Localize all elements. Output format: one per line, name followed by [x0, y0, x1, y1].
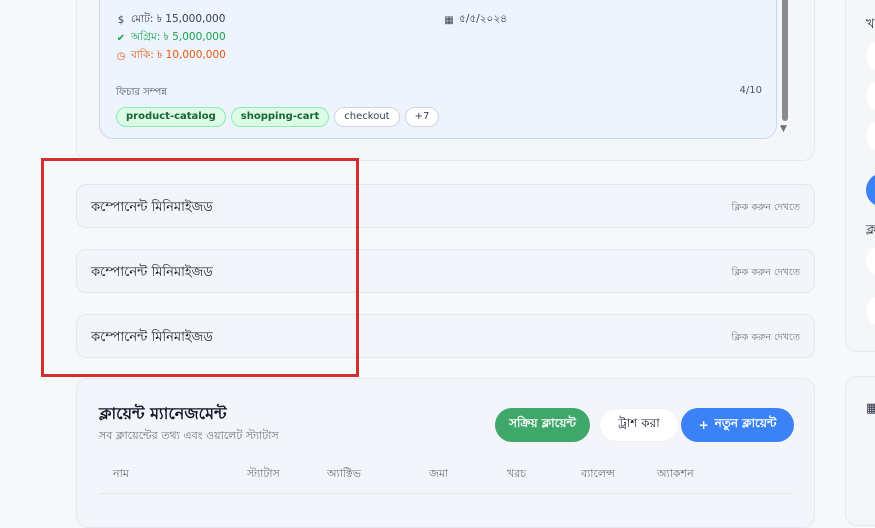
check-circle-icon: ✔ — [116, 33, 126, 44]
dollar-icon: $ — [117, 15, 125, 26]
scrollbar-thumb[interactable] — [782, 0, 788, 121]
calendar-icon: ▦ — [444, 15, 454, 26]
sidebar-primary-button[interactable] — [866, 173, 875, 207]
sidebar-item[interactable] — [866, 246, 875, 276]
total-amount-text: মোট: ৳ 15,000,000 — [131, 13, 226, 25]
column-header-name: নাম — [113, 467, 129, 480]
column-header-status: স্ট্যাটাস — [247, 467, 280, 480]
sidebar-item[interactable] — [866, 121, 875, 151]
project-panel: $ মোট: ৳ 15,000,000 ✔ অগ্রিম: ৳ 5,000,00… — [76, 0, 815, 161]
minimized-hint: ক্লিক করুন দেখতে — [731, 267, 800, 278]
highlight-box — [41, 158, 359, 377]
sidebar-heading: খ — [866, 17, 875, 32]
right-sidebar-panel-lower: ▦ — [845, 376, 875, 526]
column-header-active: অ্যাক্টিভ — [327, 467, 361, 480]
features-label: ফিচার সম্পন্ন — [116, 87, 168, 98]
due-amount: ◷ বাকি: ৳ 10,000,000 — [116, 48, 226, 65]
advance-amount: ✔ অগ্রিম: ৳ 5,000,000 — [116, 30, 226, 47]
right-sidebar-panel: খ ক্ল — [845, 0, 875, 352]
sidebar-item[interactable] — [866, 81, 875, 111]
feature-tag: checkout — [334, 107, 400, 127]
table-header: নাম স্ট্যাটাস অ্যাক্টিভ জমা খরচ ব্যালেন্… — [99, 465, 794, 494]
project-card[interactable]: $ মোট: ৳ 15,000,000 ✔ অগ্রিম: ৳ 5,000,00… — [99, 0, 777, 139]
advance-amount-text: অগ্রিম: ৳ 5,000,000 — [131, 31, 226, 43]
feature-tag: shopping-cart — [230, 107, 330, 127]
total-amount: $ মোট: ৳ 15,000,000 — [116, 12, 226, 29]
client-title: ক্লায়েন্ট ম্যানেজমেন্ট — [99, 404, 227, 423]
due-amount-text: বাকি: ৳ 10,000,000 — [131, 49, 226, 61]
sidebar-item[interactable] — [866, 41, 875, 71]
features-count: 4/10 — [739, 85, 762, 96]
new-client-button[interactable]: + নতুন ক্লায়েন্ট — [681, 408, 794, 442]
active-clients-button[interactable]: সক্রিয় ক্লায়েন্ট — [495, 408, 590, 442]
column-header-action: অ্যাকশন — [657, 467, 694, 480]
more-tags-badge[interactable]: +7 — [404, 107, 440, 127]
column-header-balance: ব্যালেন্স — [581, 467, 615, 480]
scroll-down-icon[interactable]: ▼ — [780, 124, 787, 134]
client-management-panel: ক্লায়েন্ট ম্যানেজমেন্ট সব ক্লায়েন্টের … — [76, 378, 815, 528]
minimized-hint: ক্লিক করুন দেখতে — [731, 202, 800, 213]
sidebar-subheading: ক্ল — [866, 223, 875, 238]
feature-tag: product-catalog — [116, 107, 226, 127]
project-date: ▦ ৫/৫/২০২৪ — [444, 12, 507, 29]
project-date-text: ৫/৫/২০২৪ — [459, 13, 507, 25]
minimized-hint: ক্লিক করুন দেখতে — [731, 332, 800, 343]
clock-icon: ◷ — [116, 51, 126, 62]
new-client-label: নতুন ক্লায়েন্ট — [714, 416, 777, 430]
trash-button[interactable]: ট্রাশ করা — [599, 408, 679, 442]
feature-tags: product-catalog shopping-cart checkout +… — [116, 107, 440, 127]
card-scrollbar[interactable]: ▼ — [779, 0, 789, 139]
plus-icon: + — [698, 418, 709, 432]
column-header-expense: খরচ — [507, 467, 527, 480]
column-header-deposit: জমা — [429, 467, 449, 480]
client-subtitle: সব ক্লায়েন্টের তথ্য এবং ওয়ালেট স্ট্যাট… — [99, 429, 279, 442]
sidebar-item[interactable] — [866, 296, 875, 326]
calendar-icon: ▦ — [866, 401, 875, 416]
